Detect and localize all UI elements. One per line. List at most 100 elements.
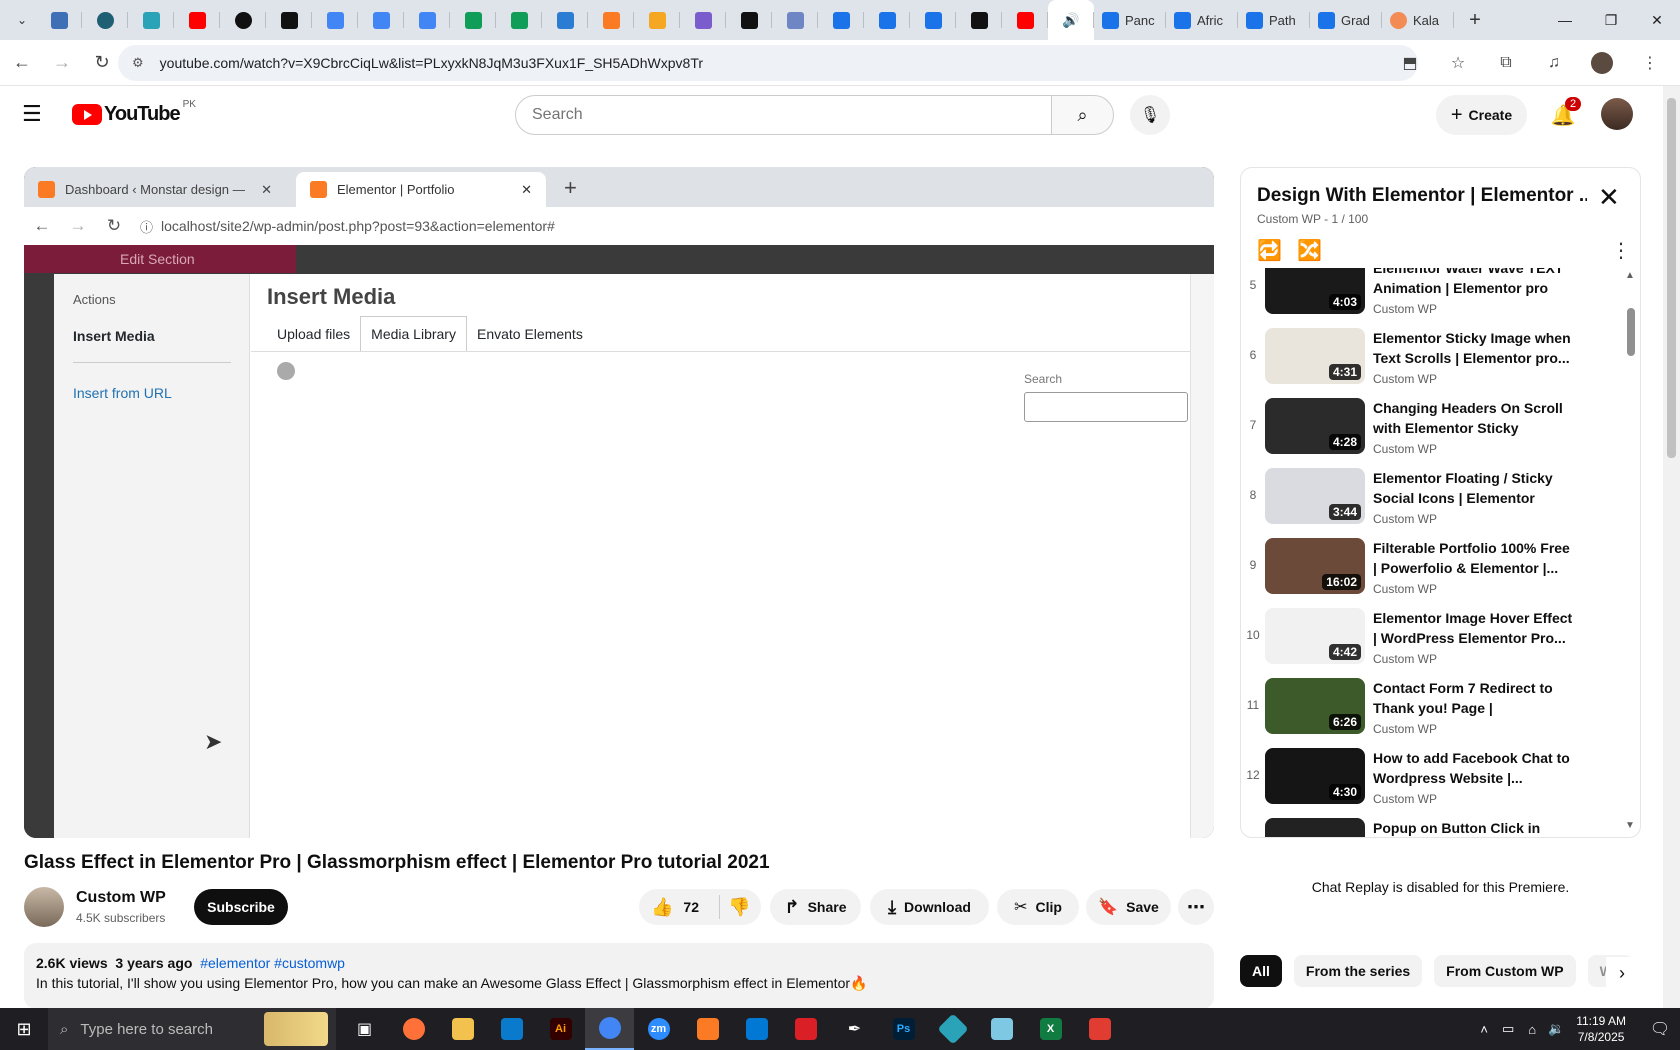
scroll-up-icon[interactable]: ▲ [1625,270,1635,281]
playlist-item[interactable]: 10 4:42 Elementor Image Hover Effect | Wor… [1241,608,1621,673]
playlist-item[interactable]: 8 3:44 Elementor Floating / Sticky Social … [1241,468,1621,533]
zoom-icon[interactable]: zm [634,1008,683,1050]
search-button[interactable]: ⌕ [1051,95,1114,135]
back-icon[interactable]: ← [4,45,40,81]
pinned-tab[interactable] [772,0,818,40]
pinned-tab[interactable] [174,0,220,40]
windows-start-icon[interactable]: ⊞ [0,1008,48,1050]
firefox-icon[interactable] [389,1008,438,1050]
pinned-tab[interactable] [36,0,82,40]
loop-icon[interactable]: 🔁 [1257,238,1282,263]
pen-tool-icon[interactable]: ✒ [830,1008,879,1050]
video-thumbnail[interactable]: 6:26 [1265,678,1365,734]
playlist-item[interactable]: 6 4:31 Elementor Sticky Image when Text Sc… [1241,328,1621,393]
description-box[interactable]: 2.6K views 3 years ago #elementor #custo… [24,943,1214,1009]
browser-tab[interactable]: Panc [1094,0,1166,40]
task-view-icon[interactable]: ▣ [340,1008,389,1050]
browser-tab[interactable]: Path [1238,0,1310,40]
pinned-tab[interactable] [220,0,266,40]
scroll-down-icon[interactable]: ▼ [1625,820,1635,831]
playlist-item-title[interactable]: Elementor Floating / Sticky Social Icons… [1373,468,1573,508]
playlist-title[interactable]: Design With Elementor | Elementor ... [1257,185,1587,207]
page-scrollbar[interactable] [1663,86,1680,1008]
video-thumbnail[interactable]: 4:30 [1265,748,1365,804]
outlook-icon[interactable] [732,1008,781,1050]
reload-icon[interactable]: ↻ [84,45,120,81]
voice-search-button[interactable]: 🎙 [1130,95,1170,135]
excel-icon[interactable]: X [1026,1008,1075,1050]
display-icon[interactable]: ▭ [1496,1021,1520,1037]
browser-tab[interactable]: Grad [1310,0,1382,40]
app-icon[interactable] [928,1008,977,1050]
pinned-tab[interactable] [956,0,1002,40]
pinned-tab[interactable] [818,0,864,40]
download-button[interactable]: ⤓ Download [870,889,989,925]
media-controls-icon[interactable]: ♫ [1532,45,1576,81]
site-info-icon[interactable]: ⚙ [132,55,144,71]
photoshop-icon[interactable]: Ps [879,1008,928,1050]
page-scrollbar-thumb[interactable] [1667,98,1676,458]
playlist-item-title[interactable]: Elementor Sticky Image when Text Scrolls… [1373,328,1573,368]
file-explorer-icon[interactable] [438,1008,487,1050]
more-vertical-icon[interactable]: ⋮ [1611,238,1631,263]
extensions-icon[interactable]: ⧉ [1484,45,1528,81]
pinned-tab[interactable] [404,0,450,40]
hashtags[interactable]: #elementor #customwp [200,955,345,971]
video-thumbnail[interactable]: 4:03 [1265,268,1365,314]
pinned-tab[interactable] [1002,0,1048,40]
xampp-icon[interactable] [683,1008,732,1050]
pinned-tab[interactable] [864,0,910,40]
chip-all[interactable]: All [1240,955,1282,987]
share-button[interactable]: ↱ Share [770,889,861,925]
video-thumbnail[interactable]: 16:02 [1265,538,1365,594]
pinned-tab[interactable] [680,0,726,40]
pinned-tab[interactable] [266,0,312,40]
channel-avatar[interactable] [24,887,64,927]
video-thumbnail[interactable] [1265,818,1365,837]
browser-menu-icon[interactable]: ⋮ [1628,45,1672,81]
dislike-button[interactable]: 👎 [728,897,750,918]
close-icon[interactable]: ✕ [1634,0,1680,40]
chrome-icon[interactable] [585,1008,634,1050]
account-avatar[interactable] [1601,98,1633,130]
profile-avatar-icon[interactable] [1580,45,1624,81]
vscode-icon[interactable] [487,1008,536,1050]
address-bar[interactable]: ⚙ youtube.com/watch?v=X9CbrcCiqLw&list=P… [118,45,1418,81]
playlist-item-title[interactable]: Changing Headers On Scroll with Elemento… [1373,398,1573,438]
taskbar-search[interactable]: ⌕ Type here to search [48,1008,336,1050]
minimize-icon[interactable]: — [1542,0,1588,40]
playlist-item-title[interactable]: Elementor Image Hover Effect | WordPress… [1373,608,1573,648]
pinned-tab[interactable] [542,0,588,40]
volume-icon[interactable]: 🔉 [1544,1021,1568,1037]
install-app-icon[interactable]: ⬒ [1388,45,1432,81]
playlist-item[interactable]: 12 4:30 How to add Facebook Chat to Wordpr… [1241,748,1621,813]
forward-icon[interactable]: → [44,45,80,81]
tab-search-icon[interactable]: ⌄ [8,6,36,34]
pinned-tab[interactable] [634,0,680,40]
hamburger-menu-icon[interactable]: ☰ [22,103,46,127]
pinned-tab[interactable] [128,0,174,40]
playlist-scrollbar[interactable] [1627,308,1635,356]
chevron-right-icon[interactable]: › [1606,957,1638,989]
playlist-item[interactable]: 11 6:26 Contact Form 7 Redirect to Thank y… [1241,678,1621,743]
youtube-logo[interactable]: YouTube PK [72,99,196,126]
network-icon[interactable]: ⌂ [1520,1022,1544,1037]
playlist-item[interactable]: 5 4:03 Elementor Water Wave TEXT Animation… [1241,268,1621,323]
chip-from-channel[interactable]: From Custom WP [1434,955,1576,987]
playlist-item-title[interactable]: How to add Facebook Chat to Wordpress We… [1373,748,1573,788]
playlist-item-title[interactable]: Filterable Portfolio 100% Free | Powerfo… [1373,538,1573,578]
notifications-icon[interactable]: 🗨 [1640,1019,1680,1039]
browser-tab[interactable]: Afric [1166,0,1238,40]
channel-name[interactable]: Custom WP [76,889,166,907]
pinned-tab[interactable] [358,0,404,40]
pinned-tab[interactable] [726,0,772,40]
playlist-item[interactable]: 7 4:28 Changing Headers On Scroll with Ele… [1241,398,1621,463]
chip-from-series[interactable]: From the series [1293,955,1423,987]
more-actions-button[interactable]: ⋯ [1178,889,1214,925]
clip-button[interactable]: ✂ Clip [997,889,1079,925]
active-tab[interactable]: 🔊 [1048,0,1094,40]
close-playlist-icon[interactable]: ✕ [1598,182,1620,213]
playlist-item-title[interactable]: Contact Form 7 Redirect to Thank you! Pa… [1373,678,1573,718]
pinned-tab[interactable] [588,0,634,40]
app-icon[interactable] [1075,1008,1124,1050]
